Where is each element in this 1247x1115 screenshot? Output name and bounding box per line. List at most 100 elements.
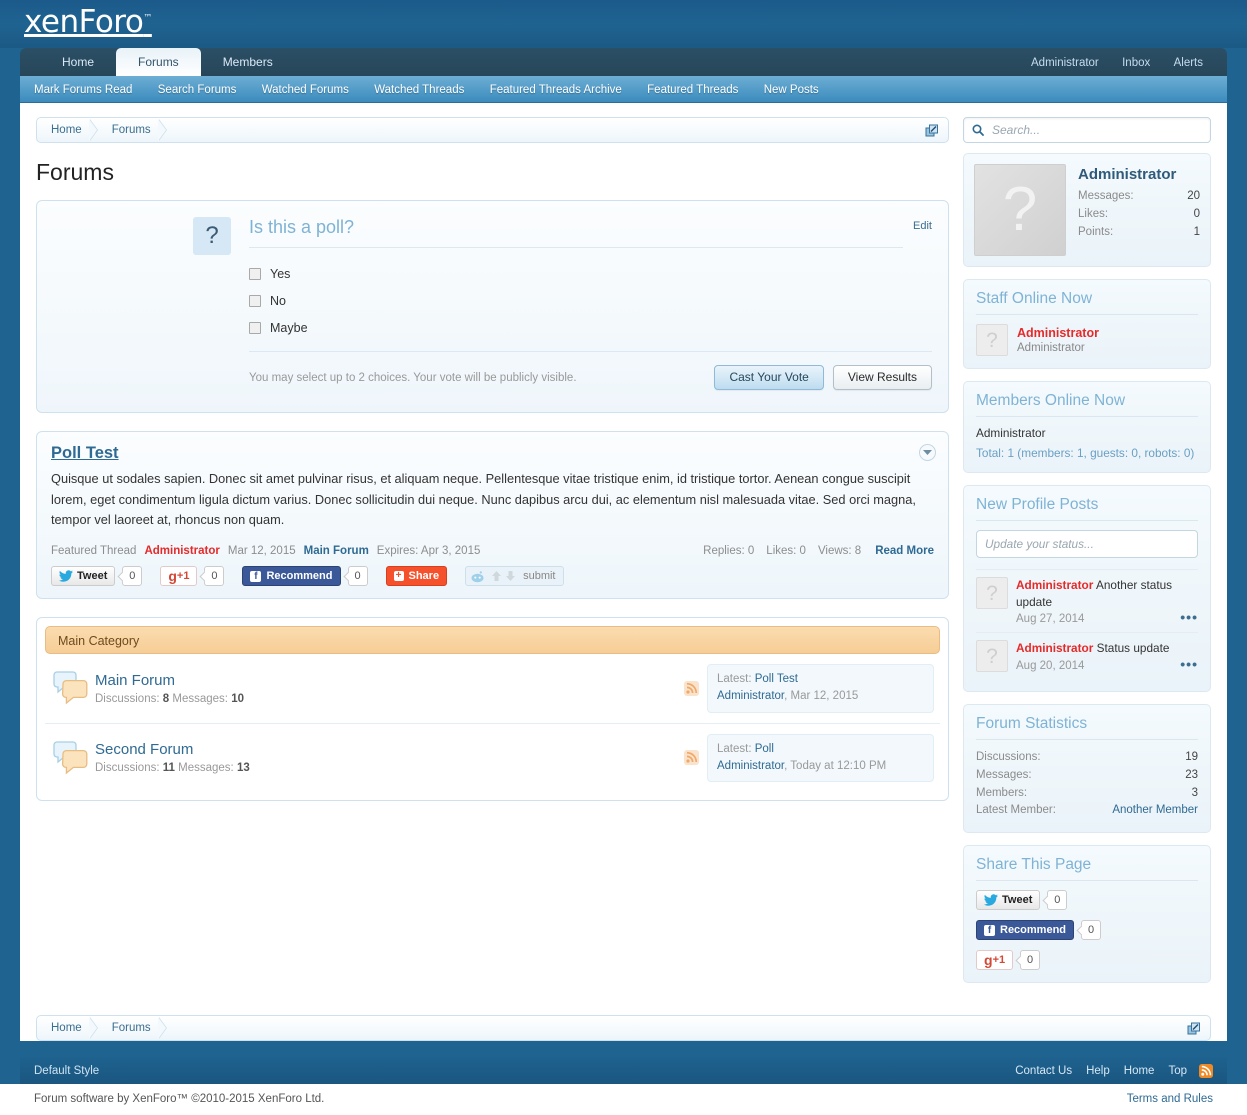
poll-option-maybe[interactable]: Maybe (249, 314, 932, 341)
view-results-button[interactable]: View Results (832, 365, 932, 390)
poll-edit-link[interactable]: Edit (903, 220, 932, 232)
tweet-button[interactable]: Tweet (51, 566, 116, 587)
tab-home[interactable]: Home (40, 48, 116, 76)
breadcrumb-bottom-item-forums[interactable]: Forums (98, 1016, 167, 1040)
latest-thread-link[interactable]: Poll Test (755, 673, 798, 685)
poll-option-yes[interactable]: Yes (249, 260, 932, 287)
share-button[interactable]: + Share (385, 566, 448, 587)
category-header[interactable]: Main Category (45, 626, 940, 655)
latest-author-link[interactable]: Administrator (717, 760, 784, 772)
poll-option-no[interactable]: No (249, 287, 932, 314)
gplus-icon: g (168, 568, 177, 585)
sidebar-tweet-button[interactable]: Tweet (976, 890, 1041, 911)
subnav-watched-threads[interactable]: Watched Threads (374, 84, 464, 96)
forum-title[interactable]: Second Forum (95, 741, 193, 758)
featured-thread-badge: Featured Thread (51, 545, 137, 558)
footer-bar: Default Style Contact Us Help Home Top (20, 1057, 1227, 1085)
footer-link-home[interactable]: Home (1124, 1065, 1155, 1077)
staff-member-name[interactable]: Administrator (1017, 326, 1099, 340)
checkbox-yes[interactable] (249, 267, 261, 280)
terms-and-rules-link[interactable]: Terms and Rules (1127, 1093, 1213, 1105)
visitor-name[interactable]: Administrator (1078, 166, 1200, 183)
stat-label: Latest Member: (976, 804, 1056, 817)
visitor-panel: ? Administrator Messages: 20 Likes: 0 Po… (963, 153, 1211, 267)
checkbox-maybe[interactable] (249, 321, 261, 334)
subnav-watched-forums[interactable]: Watched Forums (262, 84, 349, 96)
footer-link-contact-us[interactable]: Contact Us (1015, 1065, 1072, 1077)
cast-your-vote-button[interactable]: Cast Your Vote (714, 365, 824, 390)
footer-link-top[interactable]: Top (1168, 1065, 1187, 1077)
latest-author-link[interactable]: Administrator (717, 690, 784, 702)
main-content: Home Forums Forums ? Is this a poll? Edi… (36, 117, 949, 995)
reddit-button[interactable]: submit (465, 566, 565, 587)
forum-statistics-section: Forum Statistics Discussions: 19 Message… (963, 704, 1211, 834)
read-more-link[interactable]: Read More (875, 545, 934, 557)
account-link-alerts[interactable]: Alerts (1174, 57, 1203, 69)
profile-post-more-icon[interactable]: ••• (1180, 609, 1198, 625)
account-link-inbox[interactable]: Inbox (1122, 57, 1150, 69)
staff-online-title: Staff Online Now (976, 290, 1198, 315)
poll-note: You may select up to 2 choices. Your vot… (249, 371, 577, 384)
account-link-administrator[interactable]: Administrator (1031, 57, 1099, 69)
facebook-share[interactable]: f Recommend 0 (242, 566, 368, 587)
featured-thread-title[interactable]: Poll Test (51, 444, 934, 463)
search-input[interactable] (990, 122, 1202, 138)
style-chooser[interactable]: Default Style (34, 1065, 1001, 1077)
sidebar-gplus-button[interactable]: g +1 (976, 950, 1014, 971)
chevron-down-circle-icon[interactable] (919, 444, 936, 461)
twitter-share[interactable]: Tweet 0 (51, 566, 143, 587)
sidebar-google-plus-share[interactable]: g +1 0 (976, 950, 1198, 971)
sidebar: ? Administrator Messages: 20 Likes: 0 (963, 117, 1211, 995)
latest-thread-link[interactable]: Poll (755, 743, 774, 755)
page-container: Home Forums Forums ? Is this a poll? Edi… (20, 103, 1227, 1042)
profile-post-date: Aug 20, 2014 (1016, 659, 1085, 672)
sidebar-facebook-recommend-button[interactable]: f Recommend (976, 920, 1075, 941)
generic-share[interactable]: + Share (385, 566, 448, 587)
footer-link-help[interactable]: Help (1086, 1065, 1110, 1077)
facebook-recommend-button[interactable]: f Recommend (242, 566, 341, 587)
breadcrumb-item-forums[interactable]: Forums (98, 118, 167, 142)
site-logo[interactable]: xenForo™ (24, 4, 152, 40)
gplus-button[interactable]: g +1 (160, 566, 198, 587)
open-in-new-icon[interactable] (1185, 1020, 1202, 1037)
breadcrumb-item-home[interactable]: Home (37, 118, 98, 142)
rss-icon[interactable] (1199, 1063, 1213, 1078)
stat-label: Likes: (1078, 207, 1109, 220)
featured-thread-snippet: Quisque ut sodales sapien. Donec sit ame… (51, 471, 916, 528)
breadcrumb-bottom-item-home[interactable]: Home (37, 1016, 98, 1040)
profile-post-author[interactable]: Administrator (1016, 578, 1093, 592)
search-box[interactable] (963, 117, 1211, 143)
featured-thread-likes: Likes: 0 (766, 545, 806, 558)
forum-stats: Discussions: 8 Messages: 10 (95, 693, 684, 705)
subnav-featured-threads-archive[interactable]: Featured Threads Archive (490, 84, 622, 96)
google-plus-share[interactable]: g +1 0 (160, 566, 225, 587)
sidebar-twitter-share[interactable]: Tweet 0 (976, 890, 1198, 911)
reddit-share[interactable]: submit (465, 566, 565, 587)
stat-value[interactable]: Another Member (1112, 802, 1198, 820)
rss-icon[interactable] (684, 750, 699, 766)
members-online-title: Members Online Now (976, 392, 1198, 417)
subnav-new-posts[interactable]: New Posts (764, 84, 819, 96)
profile-post-author[interactable]: Administrator (1016, 641, 1093, 655)
checkbox-no[interactable] (249, 294, 261, 307)
sidebar-facebook-share[interactable]: f Recommend 0 (976, 920, 1198, 941)
avatar[interactable]: ? (976, 577, 1008, 609)
subnav-search-forums[interactable]: Search Forums (158, 84, 237, 96)
avatar[interactable]: ? (976, 640, 1008, 673)
avatar[interactable]: ? (976, 324, 1008, 356)
tab-members[interactable]: Members (201, 48, 295, 76)
tab-forums[interactable]: Forums (116, 48, 201, 76)
rss-icon[interactable] (684, 680, 699, 696)
subnav-mark-forums-read[interactable]: Mark Forums Read (34, 84, 132, 96)
status-update-input[interactable] (976, 530, 1198, 558)
subnav-featured-threads[interactable]: Featured Threads (647, 84, 738, 96)
members-online-names[interactable]: Administrator (976, 426, 1198, 440)
forum-title[interactable]: Main Forum (95, 672, 175, 689)
featured-thread-forum[interactable]: Main Forum (304, 545, 369, 557)
node-list: Main Category Main Forum Discussions: 8 … (36, 617, 949, 802)
open-in-new-icon[interactable] (923, 122, 940, 139)
profile-post-more-icon[interactable]: ••• (1180, 656, 1198, 672)
avatar[interactable]: ? (974, 164, 1066, 256)
featured-thread-author[interactable]: Administrator (144, 545, 219, 557)
stat-value: 3 (1191, 786, 1198, 799)
